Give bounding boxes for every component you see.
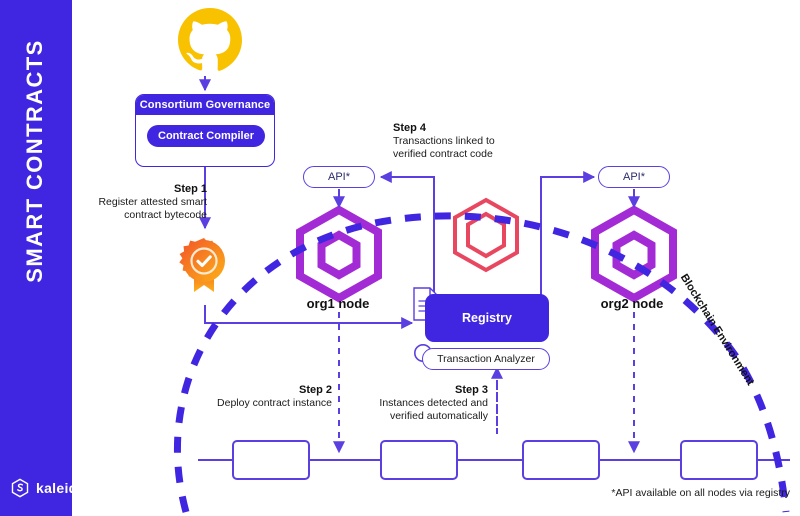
step-3-title: Step 3 bbox=[454, 384, 488, 396]
connector-layer bbox=[174, 8, 790, 513]
ledger-block bbox=[522, 440, 600, 480]
step-4-caption: Step 4 Transactions linked to verified c… bbox=[393, 122, 558, 161]
brand-name: kaleido bbox=[36, 480, 87, 496]
award-ribbon-check-icon bbox=[179, 238, 225, 292]
hexagon-node-icon bbox=[296, 205, 382, 303]
step-1-title: Step 1 bbox=[173, 183, 207, 195]
ledger-block bbox=[680, 440, 758, 480]
sidebar: SMART CONTRACTS kaleido bbox=[0, 0, 86, 516]
brand: kaleido bbox=[10, 478, 86, 498]
registry-box[interactable]: Registry bbox=[425, 294, 549, 342]
api-pill-org2[interactable]: API* bbox=[598, 166, 670, 188]
kaleido-hex-logo-icon bbox=[11, 478, 29, 498]
hexagon-registry-icon bbox=[453, 197, 519, 273]
github-logo-icon bbox=[178, 8, 242, 71]
blockchain-environment-label: Blockchain Environment bbox=[677, 272, 757, 388]
transaction-analyzer-pill[interactable]: Transaction Analyzer bbox=[422, 348, 550, 370]
ledger-block bbox=[380, 440, 458, 480]
step-3-line2: verified automatically bbox=[389, 410, 488, 422]
step-2-line1: Deploy contract instance bbox=[217, 397, 332, 409]
ledger-block bbox=[232, 440, 310, 480]
contract-compiler-button[interactable]: Contract Compiler bbox=[147, 125, 265, 147]
governance-header: Consortium Governance bbox=[136, 95, 274, 115]
step-2-title: Step 2 bbox=[298, 384, 332, 396]
api-pill-org1[interactable]: API* bbox=[303, 166, 375, 188]
hexagon-node-icon bbox=[591, 205, 677, 303]
diagram-canvas: SMART CONTRACTS kaleido Consortium Gover… bbox=[0, 0, 800, 516]
step-1-caption: Step 1 Register attested smart contract … bbox=[62, 183, 207, 222]
step-3-caption: Step 3 Instances detected and verified a… bbox=[340, 384, 488, 423]
step-2-caption: Step 2 Deploy contract instance bbox=[185, 384, 332, 410]
step-1-line2: contract bytecode bbox=[124, 209, 207, 221]
step-4-line2: verified contract code bbox=[393, 148, 493, 160]
api-footnote: *API available on all nodes via registry bbox=[611, 487, 790, 499]
consortium-governance-card: Consortium Governance Contract Compiler bbox=[135, 94, 275, 167]
step-4-line1: Transactions linked to bbox=[393, 135, 495, 147]
page-title: SMART CONTRACTS bbox=[22, 39, 47, 283]
step-4-title: Step 4 bbox=[393, 122, 427, 134]
step-1-line1: Register attested smart bbox=[98, 196, 207, 208]
step-3-line1: Instances detected and bbox=[379, 397, 488, 409]
node-label-org1: org1 node bbox=[306, 296, 370, 311]
node-label-org2: org2 node bbox=[600, 296, 664, 311]
